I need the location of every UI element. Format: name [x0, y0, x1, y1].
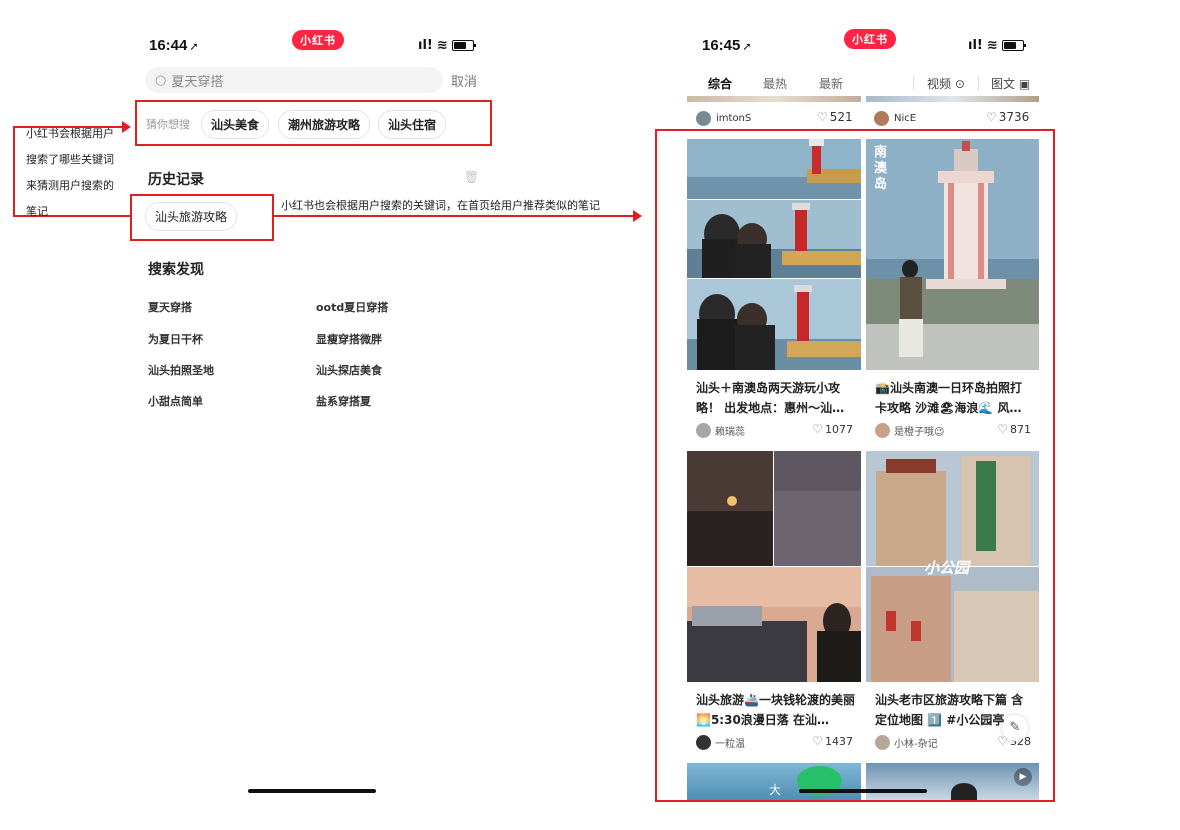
wifi-icon: ≋: [986, 38, 998, 53]
wifi-icon: ≋: [436, 38, 448, 53]
note-author[interactable]: imtonS: [696, 111, 751, 126]
avatar: [875, 735, 890, 750]
tab-divider: [978, 76, 979, 90]
discover-item[interactable]: 为夏日干杯: [148, 331, 203, 347]
signal-icon: ıl!: [968, 38, 983, 53]
heart-icon: ♡: [817, 110, 828, 124]
note-image-partial[interactable]: [687, 96, 861, 102]
note-image: 南澳岛: [866, 139, 1039, 370]
tab-latest[interactable]: 最新: [819, 75, 843, 92]
annotation-arrow-line: [274, 215, 634, 217]
discover-item[interactable]: ootd夏日穿搭: [316, 299, 388, 315]
note-likes[interactable]: ♡ 521: [817, 110, 853, 124]
annotation-bracket: [13, 126, 15, 217]
note-image: [687, 451, 861, 682]
note-author[interactable]: 一粒温: [696, 735, 745, 750]
cancel-button[interactable]: 取消: [451, 71, 477, 90]
note-image: [687, 139, 861, 370]
guess-highlight-box: [135, 100, 492, 146]
battery-icon: [451, 40, 476, 51]
heart-icon: ♡: [812, 422, 823, 436]
home-indicator: [248, 789, 376, 793]
note-image-partial[interactable]: ▶: [866, 763, 1039, 800]
history-title: 历史记录: [148, 172, 204, 188]
location-arrow-icon: ➚: [742, 41, 752, 53]
note-image-partial[interactable]: 大: [687, 763, 861, 800]
note-card[interactable]: 小公园 汕头老市区旅游攻略下篇 含定位地图 1️⃣ #小公园亭 小林-杂记 ♡ 3…: [866, 451, 1039, 757]
note-likes[interactable]: ♡ 1077: [812, 422, 853, 436]
left-annotation: 小红书会根据用户 搜索了哪些关键词 来猜测用户搜索的 笔记: [26, 127, 114, 218]
discover-item[interactable]: 汕头拍照圣地: [148, 362, 214, 378]
discover-item[interactable]: 汕头探店美食: [316, 362, 382, 378]
discover-item[interactable]: 显瘦穿搭微胖: [316, 331, 382, 347]
note-likes[interactable]: ♡ 3736: [986, 110, 1029, 124]
status-icons: ıl! ≋: [418, 38, 476, 53]
edit-note-icon[interactable]: ✎: [1002, 715, 1028, 741]
note-author[interactable]: 是橙子哦😉: [875, 423, 944, 438]
search-placeholder: 夏天穿搭: [171, 74, 224, 90]
signal-icon: ıl!: [418, 38, 433, 53]
avatar: [874, 111, 889, 126]
note-title[interactable]: 汕头＋南澳岛两天游玩小攻略！ 出发地点：惠州～汕…: [696, 378, 855, 418]
note-author[interactable]: NicE: [874, 111, 916, 126]
search-input[interactable]: ○ 夏天穿搭: [145, 67, 443, 93]
tab-divider: [913, 76, 914, 90]
tab-comprehensive[interactable]: 综合: [708, 75, 732, 92]
location-arrow-icon: ➚: [189, 41, 199, 53]
image-shape: [951, 783, 977, 800]
battery-icon: [1001, 40, 1026, 51]
discover-title: 搜索发现: [148, 262, 204, 278]
note-title[interactable]: 📸汕头南澳一日环岛拍照打卡攻略 沙滩🏖海浪🌊 风…: [875, 378, 1033, 418]
tab-video[interactable]: 视频 ⊙: [927, 75, 965, 92]
note-likes[interactable]: ♡ 1437: [812, 734, 853, 748]
home-indicator: [799, 789, 927, 793]
note-card[interactable]: 南澳岛 📸汕头南澳一日环岛拍照打卡攻略 沙滩🏖海浪🌊 风… 是橙子哦😉 ♡ 871: [866, 139, 1039, 445]
discover-item[interactable]: 盐系穿搭夏: [316, 393, 371, 409]
note-image: 小公园: [866, 451, 1039, 682]
status-time: 16:44 ➚: [149, 37, 199, 54]
avatar: [696, 111, 711, 126]
status-time: 16:45 ➚: [702, 37, 752, 54]
trash-icon[interactable]: 🗑: [464, 170, 479, 184]
discover-item[interactable]: 小甜点简单: [148, 393, 203, 409]
note-card[interactable]: 汕头旅游🚢一块钱轮渡的美丽🌅5:30浪漫日落 在汕… 一粒温 ♡ 1437: [687, 451, 861, 757]
app-logo: 小红书: [844, 29, 896, 49]
note-card[interactable]: 汕头＋南澳岛两天游玩小攻略！ 出发地点：惠州～汕… 赖瑞蕊 ♡ 1077: [687, 139, 861, 445]
note-title[interactable]: 汕头旅游🚢一块钱轮渡的美丽🌅5:30浪漫日落 在汕…: [696, 690, 855, 730]
image-overlay-text: 大: [769, 783, 782, 797]
image-overlay-text: 小公园: [924, 559, 970, 577]
tab-image-text[interactable]: 图文 ▣: [991, 75, 1030, 92]
tab-hottest[interactable]: 最热: [763, 75, 787, 92]
note-author[interactable]: 赖瑞蕊: [696, 423, 745, 438]
arrow-head-icon: [122, 121, 131, 133]
avatar: [696, 735, 711, 750]
image-overlay-text: 南澳岛: [874, 145, 888, 192]
heart-icon: ♡: [986, 110, 997, 124]
note-likes[interactable]: ♡ 871: [997, 422, 1031, 436]
heart-icon: ♡: [812, 734, 823, 748]
app-logo: 小红书: [292, 30, 344, 50]
search-icon: ○: [155, 72, 167, 88]
avatar: [696, 423, 711, 438]
arrow-head-icon: [633, 210, 642, 222]
image-icon: ▣: [1018, 77, 1031, 91]
video-play-icon: ▶: [1014, 768, 1032, 786]
note-author[interactable]: 小林-杂记: [875, 735, 938, 750]
avatar: [875, 423, 890, 438]
history-highlight-box: [130, 194, 274, 241]
status-icons: ıl! ≋: [968, 38, 1026, 53]
play-circle-icon: ⊙: [954, 77, 965, 91]
discover-item[interactable]: 夏天穿搭: [148, 299, 192, 315]
note-image-partial[interactable]: [866, 96, 1039, 102]
heart-icon: ♡: [997, 422, 1008, 436]
